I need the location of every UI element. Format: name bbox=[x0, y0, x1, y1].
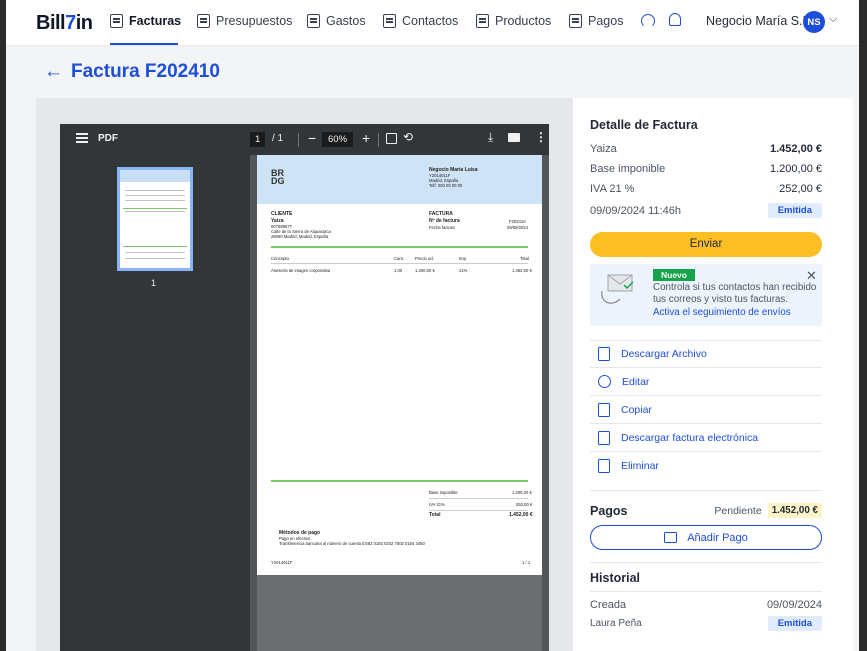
top-nav: Bill7in Facturas Presupuestos Gastos Con… bbox=[6, 0, 859, 46]
payment-icon bbox=[664, 532, 678, 543]
thumbnail-page-number: 1 bbox=[151, 278, 157, 288]
nav-gastos[interactable]: Gastos bbox=[307, 14, 366, 28]
pdf-file-icon bbox=[598, 347, 610, 361]
company-name[interactable]: Negocio María S.L. bbox=[706, 14, 813, 28]
receipt-icon bbox=[307, 14, 320, 28]
pdf-document-area[interactable]: BR DG Negocio Maria Luisa Y2014011F Madr… bbox=[250, 155, 549, 651]
chevron-down-icon[interactable]: ⌵ bbox=[829, 13, 837, 26]
pdf-page-header bbox=[257, 155, 542, 204]
zoom-input[interactable]: 60% bbox=[322, 132, 354, 147]
payments-title: Pagos bbox=[590, 503, 628, 518]
close-icon[interactable]: ✕ bbox=[806, 268, 817, 284]
company-logo: BR DG bbox=[271, 168, 285, 186]
avatar[interactable]: NS bbox=[803, 11, 825, 33]
app-window: Bill7in Facturas Presupuestos Gastos Con… bbox=[6, 0, 859, 651]
nav-productos[interactable]: Productos bbox=[476, 14, 551, 28]
detail-title: Detalle de Factura bbox=[590, 118, 698, 132]
nav-contactos[interactable]: Contactos bbox=[383, 14, 458, 28]
box-icon bbox=[476, 14, 489, 28]
page-number-input[interactable]: 1 bbox=[250, 132, 266, 147]
new-badge: Nuevo bbox=[653, 269, 695, 281]
back-arrow-icon[interactable]: ← bbox=[44, 61, 63, 83]
history-user-row: Laura Peña Emitida bbox=[590, 616, 822, 631]
delete-action[interactable]: Eliminar bbox=[590, 452, 822, 480]
nav-presupuestos[interactable]: Presupuestos bbox=[197, 14, 292, 28]
zoom-out-button[interactable]: − bbox=[308, 130, 316, 146]
quote-icon bbox=[197, 14, 210, 28]
zoom-in-button[interactable]: + bbox=[362, 130, 370, 146]
e-invoice-icon bbox=[598, 430, 610, 445]
download-file-action[interactable]: Descargar Archivo bbox=[590, 340, 822, 368]
status-badge: Emitida bbox=[767, 203, 822, 218]
contacts-icon bbox=[383, 14, 396, 28]
fit-page-icon[interactable] bbox=[386, 133, 397, 144]
page-title: ← Factura F202410 bbox=[44, 61, 220, 83]
status-badge: Emitida bbox=[767, 616, 822, 631]
detail-base-row: Base imponible 1.200,00 € bbox=[590, 163, 822, 175]
toolbar-divider bbox=[298, 133, 299, 147]
history-title: Historial bbox=[590, 571, 641, 585]
download-icon[interactable]: ⤓ bbox=[488, 130, 493, 145]
nav-active-indicator bbox=[110, 43, 178, 45]
tracking-promo-banner: Nuevo Controla si tus contactos han reci… bbox=[590, 264, 822, 326]
envelope-illustration-icon bbox=[601, 274, 634, 304]
pdf-background bbox=[257, 575, 542, 651]
more-options-icon[interactable]: ⋮ bbox=[535, 130, 547, 144]
detail-iva-row: IVA 21 % 252,00 € bbox=[590, 183, 822, 195]
page-total: / 1 bbox=[272, 133, 284, 144]
payments-section: Pagos Pendiente 1.452,00 € bbox=[590, 503, 822, 518]
print-icon[interactable] bbox=[508, 133, 520, 142]
rotate-icon[interactable]: ⟲ bbox=[403, 130, 413, 144]
invoice-content: PDF 1 / 1 − 60% + ⟲ ⤓ ⋮ 1 BR DG Negocio … bbox=[36, 98, 853, 651]
payment-status: Pendiente bbox=[714, 504, 762, 517]
pending-amount-badge: 1.452,00 € bbox=[767, 503, 822, 518]
menu-icon[interactable] bbox=[76, 133, 88, 135]
history-row: Creada 09/09/2024 bbox=[590, 599, 822, 611]
promo-text: Controla si tus contactos han recibido t… bbox=[653, 282, 817, 305]
billin-logo[interactable]: Bill7in bbox=[36, 12, 93, 35]
edit-icon bbox=[598, 375, 611, 388]
add-payment-button[interactable]: Añadir Pago bbox=[590, 525, 822, 550]
pdf-thumbnail-sidebar: 1 bbox=[60, 155, 250, 651]
pdf-toolbar: PDF 1 / 1 − 60% + ⟲ ⤓ ⋮ bbox=[60, 124, 549, 155]
page-thumbnail[interactable] bbox=[117, 167, 193, 271]
toolbar-divider bbox=[378, 133, 379, 147]
invoice-title: Factura F202410 bbox=[71, 61, 220, 82]
invoice-pdf-page: BR DG Negocio Maria Luisa Y2014011F Madr… bbox=[257, 155, 542, 575]
nav-pagos[interactable]: Pagos bbox=[569, 14, 623, 28]
nav-facturas[interactable]: Facturas bbox=[110, 14, 181, 28]
notification-bell-icon[interactable] bbox=[669, 13, 681, 26]
pdf-viewer: PDF 1 / 1 − 60% + ⟲ ⤓ ⋮ 1 BR DG Negocio … bbox=[36, 98, 573, 651]
invoice-icon bbox=[110, 14, 123, 28]
copy-action[interactable]: Copiar bbox=[590, 396, 822, 424]
activate-tracking-link[interactable]: Activa el seguimiento de envíos bbox=[653, 307, 791, 318]
support-headset-icon[interactable] bbox=[641, 14, 655, 28]
edit-action[interactable]: Editar bbox=[590, 368, 822, 396]
pdf-title: PDF bbox=[98, 133, 118, 144]
detail-date-row: 09/09/2024 11:46h Emitida bbox=[590, 203, 822, 218]
copy-icon bbox=[598, 402, 610, 417]
payment-icon bbox=[569, 14, 582, 28]
detail-client-row: Yaiza 1.452,00 € bbox=[590, 143, 822, 155]
invoice-detail-panel: Detalle de Factura Yaiza 1.452,00 € Base… bbox=[573, 98, 853, 651]
send-button[interactable]: Enviar bbox=[590, 232, 822, 257]
trash-icon bbox=[598, 459, 610, 473]
download-e-invoice-action[interactable]: Descargar factura electrónica bbox=[590, 424, 822, 452]
